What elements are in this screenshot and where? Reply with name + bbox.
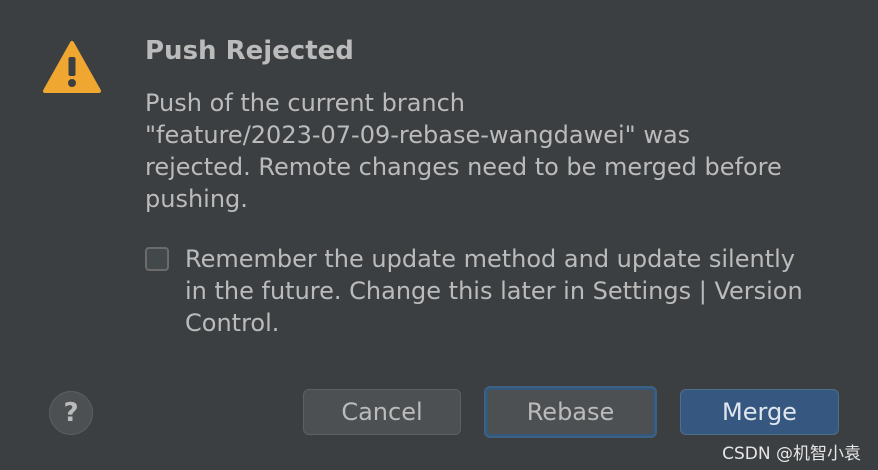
message-line: rejected. Remote changes need to be merg…: [145, 153, 782, 181]
merge-button[interactable]: Merge: [680, 389, 839, 435]
dialog-title: Push Rejected: [145, 36, 354, 66]
checkbox-label-line: in the future. Change this later in Sett…: [185, 277, 803, 305]
message-line: "feature/2023-07-09-rebase-wangdawei" wa…: [145, 121, 691, 149]
warning-icon: [43, 41, 101, 93]
message-line: pushing.: [145, 185, 248, 213]
message-line: Push of the current branch: [145, 89, 466, 117]
checkbox-label-line: Control.: [185, 309, 280, 337]
dialog-message: Push of the current branch "feature/2023…: [145, 87, 835, 215]
help-button[interactable]: ?: [49, 391, 93, 435]
checkbox-label-line: Remember the update method and update si…: [185, 245, 795, 273]
remember-update-method-checkbox[interactable]: [145, 247, 169, 271]
watermark: CSDN @机智小袁: [722, 444, 861, 464]
remember-update-method-label[interactable]: Remember the update method and update si…: [185, 243, 803, 339]
cancel-button[interactable]: Cancel: [303, 389, 461, 435]
rebase-button[interactable]: Rebase: [484, 386, 657, 438]
push-rejected-dialog: Push Rejected Push of the current branch…: [0, 0, 878, 470]
